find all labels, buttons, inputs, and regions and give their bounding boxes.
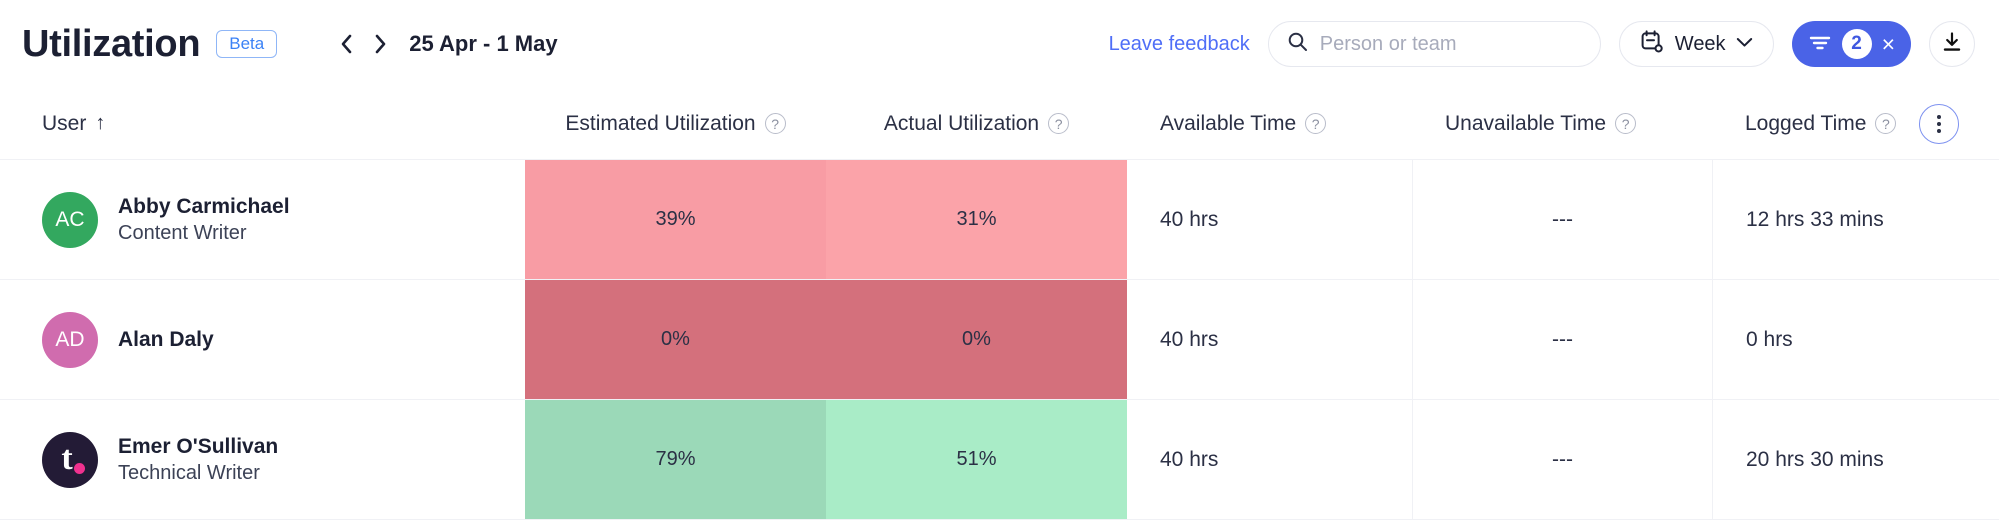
avatar: t <box>42 431 98 488</box>
logged-time-cell: 12 hrs 33 mins <box>1713 160 1999 279</box>
header-actions: Leave feedback Week <box>1109 21 1975 67</box>
avatar-initials: AD <box>55 327 85 351</box>
chevron-right-icon[interactable] <box>363 25 397 63</box>
date-navigator: 25 Apr - 1 May <box>329 25 558 63</box>
logged-time-cell: 0 hrs <box>1713 280 1999 399</box>
period-label: Week <box>1674 32 1726 55</box>
logged-time-value: 20 hrs 30 mins <box>1746 447 1884 471</box>
actual-utilization-cell: 0% <box>826 280 1127 399</box>
table-row[interactable]: t Emer O'Sullivan Technical Writer 79% 51% 40… <box>0 400 1999 520</box>
available-time-value: 40 hrs <box>1160 327 1219 351</box>
help-icon[interactable]: ? <box>764 113 786 134</box>
column-header-unavailable-time[interactable]: Unavailable Time ? <box>1412 112 1712 136</box>
user-role: Technical Writer <box>118 461 260 484</box>
page-title: Utilization <box>22 22 201 65</box>
table-row[interactable]: AD Alan Daly 0% 0% 40 hrs --- 0 hrs <box>0 280 1999 400</box>
available-time-value: 40 hrs <box>1160 447 1219 471</box>
estimated-utilization-value: 0% <box>661 328 690 350</box>
utilization-table: User ↑ Estimated Utilization ? Actual Ut… <box>0 88 1999 520</box>
actual-utilization-value: 31% <box>956 208 997 230</box>
available-time-value: 40 hrs <box>1160 207 1219 231</box>
unavailable-time-value: --- <box>1552 207 1573 231</box>
kebab-menu-icon[interactable] <box>1919 103 1960 144</box>
title-group: Utilization Beta <box>22 22 278 66</box>
filter-icon <box>1808 33 1832 56</box>
search-input[interactable] <box>1319 32 1582 56</box>
avatar-initials: AC <box>55 207 85 231</box>
estimated-utilization-cell: 79% <box>525 400 826 519</box>
avatar-logo-dot <box>74 462 85 474</box>
help-icon[interactable]: ? <box>1048 113 1070 134</box>
user-name: Abby Carmichael <box>118 194 290 218</box>
unavailable-time-value: --- <box>1552 447 1573 471</box>
unavailable-time-cell: --- <box>1413 400 1712 519</box>
column-label: User <box>42 111 87 135</box>
leave-feedback-link[interactable]: Leave feedback <box>1109 33 1250 56</box>
help-icon[interactable]: ? <box>1875 113 1897 134</box>
help-icon[interactable]: ? <box>1615 113 1637 134</box>
available-time-cell: 40 hrs <box>1127 160 1412 279</box>
column-header-available-time[interactable]: Available Time ? <box>1127 112 1412 136</box>
avatar: AD <box>42 311 98 368</box>
estimated-utilization-value: 79% <box>655 448 696 470</box>
table-body: AC Abby Carmichael Content Writer 39% 31% 40 … <box>0 160 1999 520</box>
period-selector[interactable]: Week <box>1618 21 1774 67</box>
logged-time-value: 12 hrs 33 mins <box>1746 207 1884 231</box>
user-info: Abby Carmichael Content Writer <box>118 195 290 245</box>
beta-badge: Beta <box>216 30 278 58</box>
sort-ascending-icon[interactable]: ↑ <box>95 112 105 135</box>
chevron-left-icon[interactable] <box>329 25 363 63</box>
available-time-cell: 40 hrs <box>1127 280 1412 399</box>
user-name: Alan Daly <box>118 327 214 351</box>
column-header-user[interactable]: User ↑ <box>0 112 525 136</box>
user-cell[interactable]: AD Alan Daly <box>0 280 525 399</box>
column-header-estimated-utilization[interactable]: Estimated Utilization ? <box>525 112 826 136</box>
estimated-utilization-cell: 39% <box>525 160 826 279</box>
column-header-logged-time[interactable]: Logged Time ? <box>1712 103 1999 144</box>
table-header-row: User ↑ Estimated Utilization ? Actual Ut… <box>0 88 1999 160</box>
download-icon <box>1941 31 1963 58</box>
download-button[interactable] <box>1929 21 1975 67</box>
avatar-logo-glyph: t <box>61 439 73 477</box>
column-label: Available Time <box>1160 111 1297 135</box>
unavailable-time-cell: --- <box>1413 280 1712 399</box>
column-label: Estimated Utilization <box>565 111 756 135</box>
search-input-wrapper[interactable] <box>1267 21 1601 67</box>
help-icon[interactable]: ? <box>1305 113 1327 134</box>
actual-utilization-cell: 51% <box>826 400 1127 519</box>
table-row[interactable]: AC Abby Carmichael Content Writer 39% 31% 40 … <box>0 160 1999 280</box>
unavailable-time-value: --- <box>1552 327 1573 351</box>
actual-utilization-value: 51% <box>956 448 997 470</box>
avatar: AC <box>42 191 98 248</box>
actual-utilization-value: 0% <box>962 328 991 350</box>
chevron-down-icon <box>1736 35 1753 53</box>
search-icon <box>1287 31 1308 57</box>
page-header: Utilization Beta 25 Apr - 1 May Leave fe… <box>0 0 1999 88</box>
calendar-icon <box>1640 29 1665 59</box>
user-cell[interactable]: t Emer O'Sullivan Technical Writer <box>0 400 525 519</box>
filter-button[interactable]: 2 × <box>1791 21 1911 67</box>
user-cell[interactable]: AC Abby Carmichael Content Writer <box>0 160 525 279</box>
column-label: Unavailable Time <box>1445 111 1607 135</box>
logged-time-value: 0 hrs <box>1746 327 1793 351</box>
filter-count-badge: 2 <box>1841 29 1872 59</box>
user-info: Emer O'Sullivan Technical Writer <box>118 435 278 485</box>
user-name: Emer O'Sullivan <box>118 434 279 458</box>
column-label: Actual Utilization <box>883 111 1040 135</box>
actual-utilization-cell: 31% <box>826 160 1127 279</box>
user-info: Alan Daly <box>118 328 214 352</box>
estimated-utilization-value: 39% <box>655 208 696 230</box>
estimated-utilization-cell: 0% <box>525 280 826 399</box>
user-role: Content Writer <box>118 221 247 244</box>
column-header-actual-utilization[interactable]: Actual Utilization ? <box>826 112 1127 136</box>
logged-time-cell: 20 hrs 30 mins <box>1713 400 1999 519</box>
available-time-cell: 40 hrs <box>1127 400 1412 519</box>
clear-filters-icon[interactable]: × <box>1882 32 1895 56</box>
unavailable-time-cell: --- <box>1413 160 1712 279</box>
kebab-dots <box>1937 114 1942 133</box>
date-range-label: 25 Apr - 1 May <box>409 31 558 56</box>
column-label: Logged Time <box>1745 111 1867 135</box>
